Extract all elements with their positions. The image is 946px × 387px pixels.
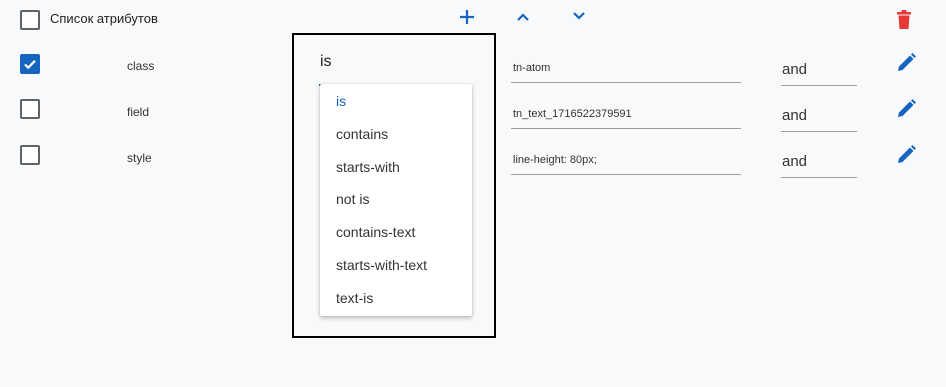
row-checkbox-class[interactable] [20,54,40,74]
dropdown-option-starts-with-text[interactable]: starts-with-text [336,257,427,273]
operator-select-value: is [320,53,332,70]
dropdown-option-contains-text[interactable]: contains-text [336,224,415,240]
select-all-checkbox[interactable] [20,10,40,30]
dropdown-option-not-is[interactable]: not is [336,191,369,207]
logic-operator-text: and [782,153,808,170]
pencil-icon[interactable] [895,144,917,166]
attributes-list-title: Список атрибутов [50,11,158,26]
attribute-value-field[interactable]: line-height: 80px; [511,150,741,175]
logic-operator-field[interactable]: and [781,145,857,178]
attribute-value-field[interactable]: tn_text_1716522379591 [511,104,741,129]
operator-dropdown-menu: is contains starts-with not is contains-… [320,84,472,316]
trash-icon[interactable] [896,10,912,30]
pencil-icon[interactable] [895,98,917,120]
logic-operator-field[interactable]: and [781,53,857,86]
attribute-value-text: line-height: 80px; [513,154,597,166]
logic-operator-text: and [782,61,808,78]
logic-operator-text: and [782,107,808,124]
row-checkbox-field[interactable] [20,99,40,119]
chevron-up-icon[interactable] [515,10,531,22]
attribute-name: field [127,105,150,119]
attribute-value-field[interactable]: tn-atom [511,58,741,83]
dropdown-option-starts-with[interactable]: starts-with [336,159,400,175]
operator-select[interactable]: is [319,50,471,86]
attribute-value-text: tn-atom [513,62,551,74]
chevron-down-icon[interactable] [571,9,587,21]
dropdown-option-text-is[interactable]: text-is [336,290,373,306]
attribute-name: class [127,59,155,73]
dropdown-option-is[interactable]: is [336,93,346,109]
pencil-icon[interactable] [895,52,917,74]
attribute-name: style [127,151,152,165]
logic-operator-field[interactable]: and [781,99,857,132]
row-checkbox-style[interactable] [20,145,40,165]
attribute-value-text: tn_text_1716522379591 [513,108,632,120]
plus-icon[interactable] [458,8,476,26]
dropdown-option-contains[interactable]: contains [336,126,388,142]
